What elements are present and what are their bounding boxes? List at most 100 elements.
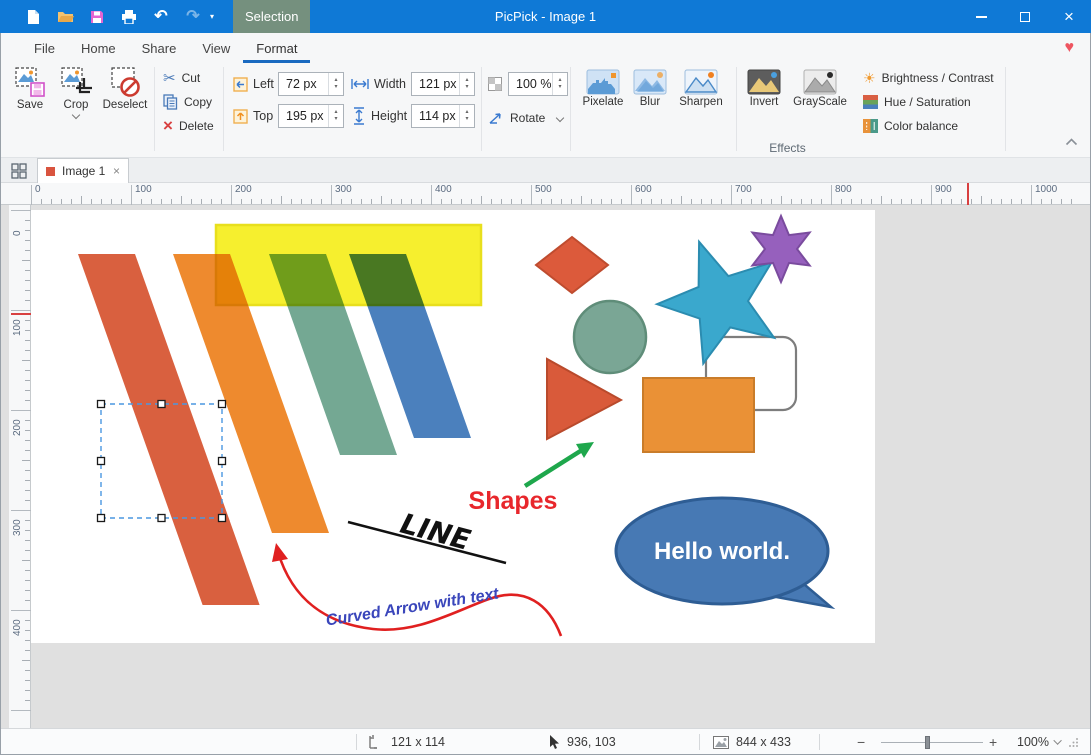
window-controls: × [959,0,1091,33]
rotate-button[interactable]: Rotate [488,107,563,129]
tab-image-1[interactable]: Image 1 × [37,158,129,183]
height-icon [353,107,366,125]
top-spinner[interactable]: 195 px ▴▾ [278,104,344,128]
top-value: 195 px [286,109,324,123]
crop-icon [60,66,92,98]
height-spinner-arrows[interactable]: ▴▾ [459,105,474,127]
crop-dropdown-chevron[interactable] [72,111,80,119]
left-label-text: Left [253,77,274,91]
statusbar-separator [356,734,357,750]
width-spinner-arrows[interactable]: ▴▾ [459,73,474,95]
deselect-icon [109,66,141,98]
cursor-position-value: 936, 103 [567,735,616,749]
blur-button[interactable]: Blur [631,69,669,108]
workspace[interactable]: 01002003004005006007008009001000 0100200… [1,183,1090,728]
zoom-spinner[interactable]: 100 % ▴▾ [508,72,568,96]
effects-group-label: Effects [570,141,1005,155]
new-file-button[interactable] [24,8,42,26]
zoom-slider-track[interactable] [881,742,983,743]
selection-size-icon [369,735,384,749]
width-icon [351,78,369,90]
top-label-text: Top [253,109,273,123]
brightness-contrast-button[interactable]: ☀ Brightness / Contrast [863,67,994,89]
invert-icon [747,69,781,95]
close-button[interactable]: × [1047,0,1091,33]
minimize-button[interactable] [959,0,1003,33]
selection-mode-chip[interactable]: Selection [233,0,310,33]
chevron-down-icon [1053,736,1061,744]
curved-arrow-head [272,543,288,562]
ribbon-divider [154,67,155,151]
height-spinner[interactable]: 114 px ▴▾ [411,104,475,128]
brightness-icon: ☀ [863,70,876,87]
width-spinner[interactable]: 121 px ▴▾ [411,72,475,96]
tab-home[interactable]: Home [68,33,129,63]
pixelate-label: Pixelate [583,96,624,108]
ribbon-divider [570,67,571,151]
color-balance-button[interactable]: Color balance [863,115,958,137]
ribbon-divider [223,67,224,151]
yellow-rectangle [216,225,481,305]
pixelate-button[interactable]: Pixelate [577,69,629,108]
ribbon-collapse-button[interactable] [1065,133,1078,151]
print-button[interactable] [120,8,138,26]
zoom-spinner-arrows[interactable]: ▴▾ [552,73,567,95]
maximize-button[interactable] [1003,0,1047,33]
cut-icon: ✂ [163,69,176,87]
scale-checker-icon [488,77,502,91]
tab-file[interactable]: File [21,33,68,63]
brightness-label: Brightness / Contrast [882,71,994,85]
chevron-up-icon [1065,138,1078,146]
save-button[interactable]: Save [7,66,53,111]
height-label-text: Height [371,109,407,123]
delete-button[interactable]: × Delete [163,115,214,137]
deselect-button[interactable]: Deselect [97,66,153,111]
image-canvas[interactable]: Shapes LINE Curved Arrow with text Hello… [31,210,875,643]
zoom-out-button[interactable]: − [857,729,865,755]
left-field-label: Left [233,72,274,96]
redo-button[interactable]: ↷ [184,8,202,26]
qat-customize-caret[interactable]: ▾ [210,12,214,21]
tab-share[interactable]: Share [129,33,190,63]
scale-icon-wrap [488,72,502,96]
sharpen-icon [684,69,718,95]
copy-button[interactable]: Copy [163,91,212,113]
left-spinner[interactable]: 72 px ▴▾ [278,72,344,96]
ribbon: Save Crop Deselect ✂ Cut [1,63,1090,158]
left-value: 72 px [286,77,317,91]
zoom-level-dropdown[interactable]: 100% [1017,729,1062,755]
image-size-value: 844 x 433 [736,735,791,749]
tab-view[interactable]: View [189,33,243,63]
cut-button[interactable]: ✂ Cut [163,67,200,89]
sharpen-button[interactable]: Sharpen [673,69,729,108]
save-button-qat[interactable] [88,8,106,26]
hue-saturation-icon [863,95,878,109]
ribbon-divider [481,67,482,151]
circle-shape [574,301,646,373]
thumbnail-grid-button[interactable] [9,161,29,181]
quick-access-toolbar: ↶ ↷ ▾ [24,8,214,26]
plus-icon: + [989,734,997,750]
tab-format[interactable]: Format [243,33,310,63]
width-label-text: Width [374,77,406,91]
invert-button[interactable]: Invert [742,69,786,108]
zoom-slider-handle[interactable] [925,736,930,749]
grayscale-icon [803,69,837,95]
resize-grip-icon [1069,737,1079,747]
heart-icon[interactable]: ♥ [1065,39,1075,57]
hue-saturation-button[interactable]: Hue / Saturation [863,91,971,113]
open-button[interactable] [56,8,74,26]
left-spinner-arrows[interactable]: ▴▾ [328,73,343,95]
resize-grip[interactable] [1069,729,1079,755]
maximize-icon [1020,12,1030,22]
top-icon [233,109,248,124]
top-spinner-arrows[interactable]: ▴▾ [328,105,343,127]
zoom-in-button[interactable]: + [989,729,997,755]
grayscale-button[interactable]: GrayScale [789,69,851,108]
crop-button[interactable]: Crop [55,66,97,118]
undo-button[interactable]: ↶ [152,8,170,26]
rotate-dropdown-chevron[interactable] [556,114,564,122]
tab-close-icon[interactable]: × [113,164,120,178]
image-tab-label: Image 1 [62,164,105,178]
ruler-vertical: 0100200300400 [9,205,31,728]
